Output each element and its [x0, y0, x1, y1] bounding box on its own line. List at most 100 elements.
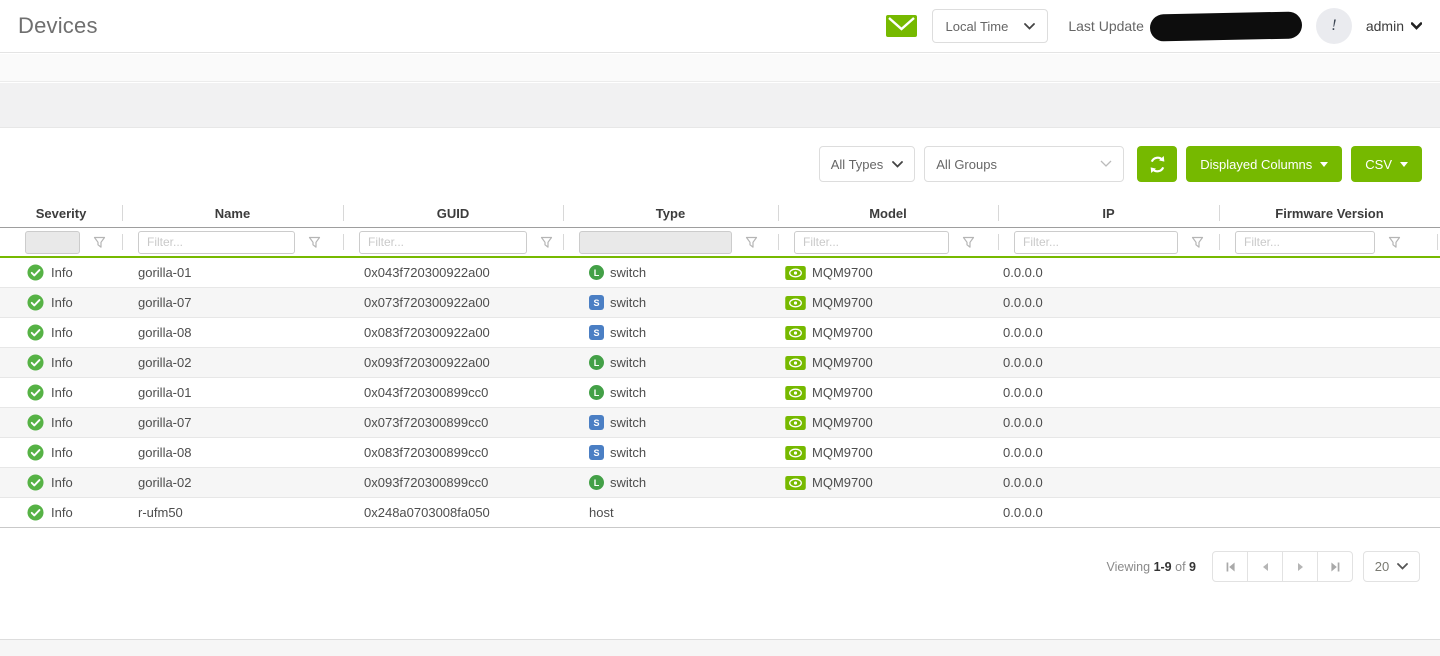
mail-icon[interactable] — [885, 14, 918, 38]
device-name: gorilla-02 — [122, 468, 343, 497]
timezone-select[interactable]: Local Time — [932, 9, 1048, 43]
device-type: switch — [610, 295, 646, 310]
column-header-name[interactable]: Name — [122, 199, 343, 227]
name-filter-input[interactable] — [138, 231, 295, 254]
page-title: Devices — [18, 13, 98, 39]
severity-info-icon — [27, 354, 44, 371]
filter-funnel-icon[interactable] — [540, 236, 553, 249]
filter-funnel-icon[interactable] — [1388, 236, 1401, 249]
device-ip: 0.0.0.0 — [998, 498, 1219, 527]
column-header-type[interactable]: Type — [563, 199, 778, 227]
displayed-columns-button[interactable]: Displayed Columns — [1186, 146, 1342, 182]
refresh-icon — [1148, 155, 1167, 174]
device-guid: 0x248a0703008fa050 — [343, 498, 563, 527]
filter-funnel-icon[interactable] — [1191, 236, 1204, 249]
column-header-model[interactable]: Model — [778, 199, 998, 227]
table-body: Info gorilla-01 0x043f720300922a00 L swi… — [0, 256, 1440, 528]
severity-label: Info — [51, 325, 73, 340]
table-row[interactable]: Info gorilla-08 0x083f720300922a00 S swi… — [0, 318, 1440, 348]
filter-funnel-icon[interactable] — [93, 236, 106, 249]
severity-info-icon — [27, 444, 44, 461]
filter-funnel-icon[interactable] — [745, 236, 758, 249]
table-row[interactable]: Info r-ufm50 0x248a0703008fa050 host 0.0… — [0, 498, 1440, 528]
csv-export-button[interactable]: CSV — [1351, 146, 1422, 182]
device-name: gorilla-02 — [122, 348, 343, 377]
group-filter-select[interactable]: All Groups — [924, 146, 1124, 182]
table-row[interactable]: Info gorilla-02 0x093f720300899cc0 L swi… — [0, 468, 1440, 498]
device-firmware — [1219, 348, 1440, 377]
table-row[interactable]: Info gorilla-08 0x083f720300899cc0 S swi… — [0, 438, 1440, 468]
footer-divider — [0, 639, 1440, 656]
type-badge: L — [589, 265, 604, 280]
type-badge: L — [589, 385, 604, 400]
last-page-button[interactable] — [1317, 551, 1353, 582]
device-type: switch — [610, 265, 646, 280]
guid-filter-input[interactable] — [359, 231, 527, 254]
filter-funnel-icon[interactable] — [962, 236, 975, 249]
device-guid: 0x093f720300899cc0 — [343, 468, 563, 497]
severity-label: Info — [51, 445, 73, 460]
device-firmware — [1219, 378, 1440, 407]
type-filter-disabled — [579, 231, 732, 254]
column-header-guid[interactable]: GUID — [343, 199, 563, 227]
first-page-button[interactable] — [1212, 551, 1248, 582]
table-row[interactable]: Info gorilla-01 0x043f720300922a00 L swi… — [0, 258, 1440, 288]
viewing-prefix: Viewing — [1107, 560, 1151, 574]
last-page-icon — [1329, 561, 1342, 573]
device-ip: 0.0.0.0 — [998, 378, 1219, 407]
device-model: MQM9700 — [812, 385, 873, 400]
device-type: switch — [610, 475, 646, 490]
next-page-button[interactable] — [1282, 551, 1318, 582]
table-row[interactable]: Info gorilla-07 0x073f720300899cc0 S swi… — [0, 408, 1440, 438]
viewing-range: 1-9 — [1154, 560, 1172, 574]
previous-page-icon — [1261, 562, 1270, 572]
column-header-severity[interactable]: Severity — [0, 199, 122, 227]
device-type: switch — [610, 385, 646, 400]
type-badge: S — [589, 415, 604, 430]
ip-filter-input[interactable] — [1014, 231, 1178, 254]
timezone-value: Local Time — [945, 19, 1008, 34]
severity-info-icon — [27, 474, 44, 491]
type-badge: L — [589, 355, 604, 370]
device-model: MQM9700 — [812, 355, 873, 370]
last-update-label: Last Update — [1068, 18, 1144, 34]
page-size-select[interactable]: 20 — [1363, 551, 1420, 582]
column-header-ip[interactable]: IP — [998, 199, 1219, 227]
user-menu[interactable]: admin — [1366, 18, 1422, 34]
first-page-icon — [1224, 561, 1237, 573]
topbar-actions: Local Time Last Update ! admin — [885, 8, 1422, 44]
nvidia-logo-icon — [785, 326, 806, 340]
device-type: host — [589, 505, 614, 520]
severity-info-icon — [27, 384, 44, 401]
help-icon-glyph: ! — [1331, 17, 1336, 35]
device-model: MQM9700 — [812, 295, 873, 310]
table-row[interactable]: Info gorilla-01 0x043f720300899cc0 L swi… — [0, 378, 1440, 408]
device-ip: 0.0.0.0 — [998, 408, 1219, 437]
table-row[interactable]: Info gorilla-02 0x093f720300922a00 L swi… — [0, 348, 1440, 378]
severity-label: Info — [51, 295, 73, 310]
device-model: MQM9700 — [812, 415, 873, 430]
column-header-firmware[interactable]: Firmware Version — [1219, 199, 1440, 227]
severity-info-icon — [27, 504, 44, 521]
severity-label: Info — [51, 385, 73, 400]
device-name: gorilla-08 — [122, 318, 343, 347]
type-filter-value: All Types — [831, 157, 884, 172]
model-filter-input[interactable] — [794, 231, 949, 254]
type-filter-select[interactable]: All Types — [819, 146, 916, 182]
table-row[interactable]: Info gorilla-07 0x073f720300922a00 S swi… — [0, 288, 1440, 318]
previous-page-button[interactable] — [1247, 551, 1283, 582]
severity-filter-disabled — [25, 231, 80, 254]
chevron-down-icon — [892, 161, 903, 168]
firmware-filter-input[interactable] — [1235, 231, 1375, 254]
device-guid: 0x073f720300922a00 — [343, 288, 563, 317]
device-guid: 0x093f720300922a00 — [343, 348, 563, 377]
device-firmware — [1219, 258, 1440, 287]
group-filter-value: All Groups — [936, 157, 997, 172]
device-name: gorilla-07 — [122, 408, 343, 437]
help-icon[interactable]: ! — [1316, 8, 1352, 44]
device-guid: 0x073f720300899cc0 — [343, 408, 563, 437]
refresh-button[interactable] — [1137, 146, 1177, 182]
device-model: MQM9700 — [812, 445, 873, 460]
filter-funnel-icon[interactable] — [308, 236, 321, 249]
severity-info-icon — [27, 264, 44, 281]
